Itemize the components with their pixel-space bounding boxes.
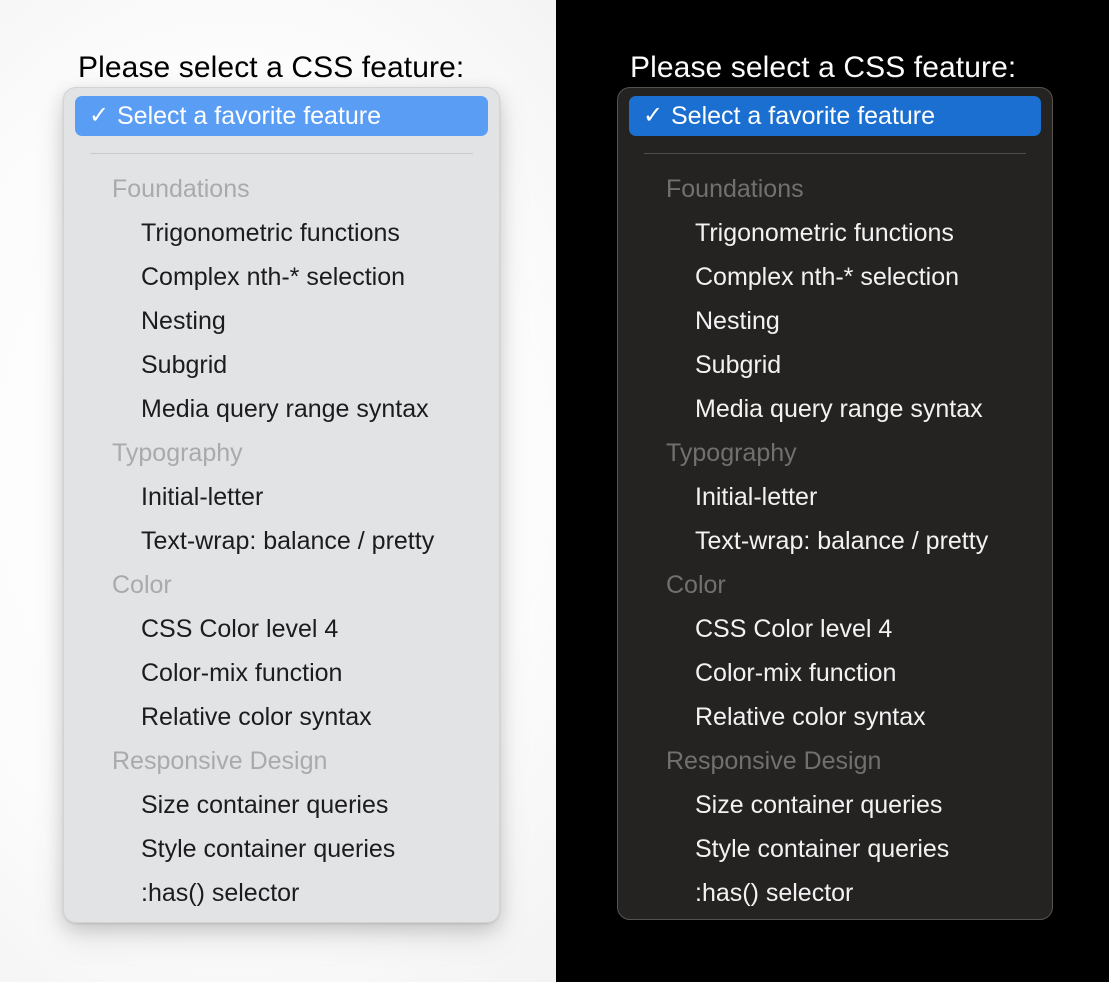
option-item[interactable]: CSS Color level 4 <box>64 607 499 651</box>
option-item[interactable]: :has() selector <box>618 871 1052 915</box>
checkmark-icon: ✓ <box>643 102 664 129</box>
option-group-label: Color <box>666 571 726 599</box>
light-mode-pane: Please select a CSS feature: ✓ Select a … <box>0 0 556 982</box>
option-group-label: Color <box>112 571 172 599</box>
option-item[interactable]: Media query range syntax <box>64 387 499 431</box>
select-dropdown-popup-light[interactable]: ✓ Select a favorite feature Foundations T… <box>63 87 500 923</box>
option-item[interactable]: Text-wrap: balance / pretty <box>64 519 499 563</box>
option-item[interactable]: Relative color syntax <box>64 695 499 739</box>
dark-mode-pane: Please select a CSS feature: ✓ Select a … <box>556 0 1109 982</box>
menu-separator <box>90 153 473 154</box>
option-item[interactable]: Nesting <box>64 299 499 343</box>
page-title: Please select a CSS feature: <box>630 51 1017 84</box>
option-item[interactable]: Size container queries <box>64 783 499 827</box>
checkmark-icon: ✓ <box>89 102 110 129</box>
option-item[interactable]: Size container queries <box>618 783 1052 827</box>
option-item[interactable]: Subgrid <box>64 343 499 387</box>
option-item[interactable]: Initial-letter <box>618 475 1052 519</box>
option-item[interactable]: Complex nth-* selection <box>618 255 1052 299</box>
option-item[interactable]: Subgrid <box>618 343 1052 387</box>
option-item[interactable]: Style container queries <box>618 827 1052 871</box>
option-item[interactable]: Style container queries <box>64 827 499 871</box>
menu-separator <box>644 153 1026 154</box>
option-group-label: Foundations <box>112 175 250 203</box>
selected-option-label: Select a favorite feature <box>117 102 382 130</box>
option-group-label: Responsive Design <box>112 747 328 775</box>
option-group-label: Foundations <box>666 175 804 203</box>
option-item[interactable]: Complex nth-* selection <box>64 255 499 299</box>
selected-option-row[interactable]: ✓ Select a favorite feature <box>75 96 488 136</box>
select-dropdown-popup-dark[interactable]: ✓ Select a favorite feature Foundations T… <box>617 87 1053 920</box>
selected-option-label: Select a favorite feature <box>671 102 936 130</box>
option-group-label: Typography <box>112 439 243 467</box>
option-item[interactable]: :has() selector <box>64 871 499 915</box>
option-item[interactable]: Trigonometric functions <box>64 211 499 255</box>
option-groups-light: Foundations Trigonometric functions Comple… <box>64 167 499 915</box>
option-group-label: Responsive Design <box>666 747 882 775</box>
selected-option-row[interactable]: ✓ Select a favorite feature <box>629 96 1041 136</box>
option-group-label: Typography <box>666 439 797 467</box>
page-title: Please select a CSS feature: <box>78 51 465 84</box>
option-item[interactable]: Relative color syntax <box>618 695 1052 739</box>
option-item[interactable]: Media query range syntax <box>618 387 1052 431</box>
option-item[interactable]: CSS Color level 4 <box>618 607 1052 651</box>
option-item[interactable]: Text-wrap: balance / pretty <box>618 519 1052 563</box>
option-item[interactable]: Trigonometric functions <box>618 211 1052 255</box>
option-item[interactable]: Color-mix function <box>64 651 499 695</box>
option-item[interactable]: Color-mix function <box>618 651 1052 695</box>
option-item[interactable]: Initial-letter <box>64 475 499 519</box>
option-item[interactable]: Nesting <box>618 299 1052 343</box>
option-groups-dark: Foundations Trigonometric functions Comple… <box>618 167 1052 915</box>
comparison-screenshot: Please select a CSS feature: ✓ Select a … <box>0 0 1109 982</box>
